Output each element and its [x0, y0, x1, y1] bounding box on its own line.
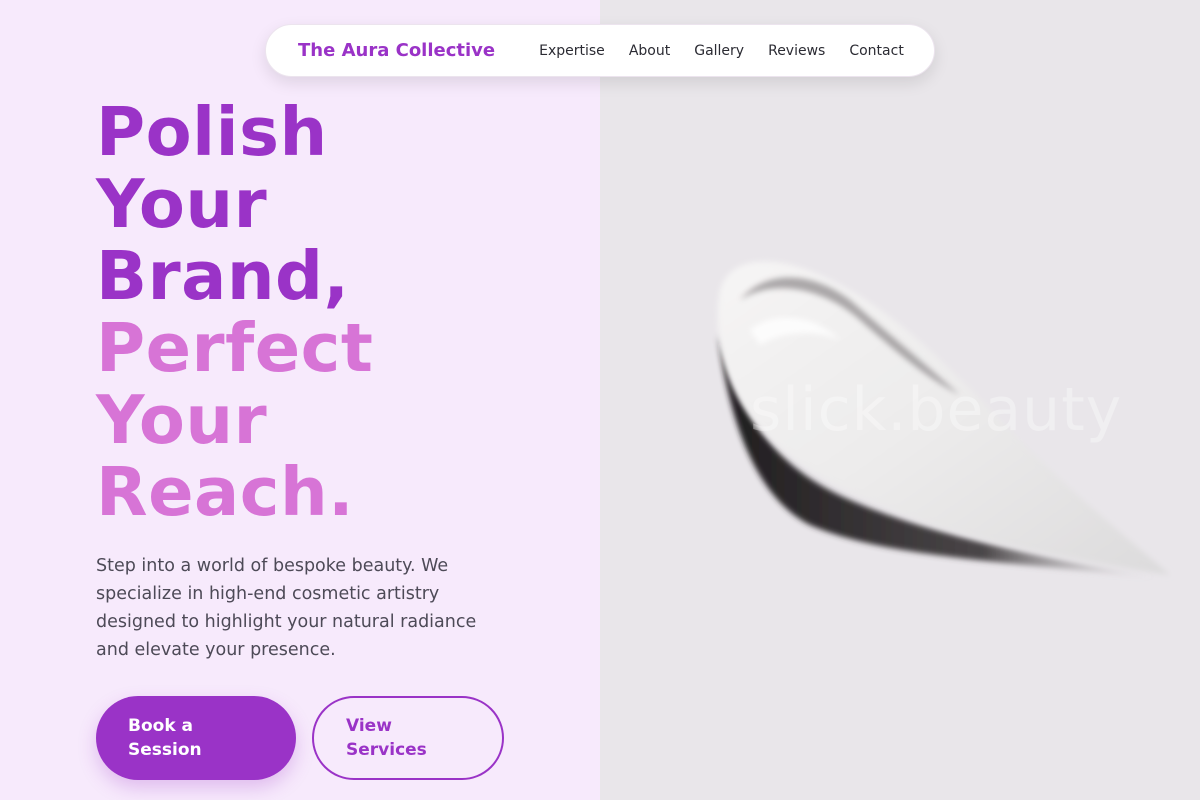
nav-link-reviews[interactable]: Reviews	[768, 43, 825, 59]
book-session-button[interactable]: Book a Session	[96, 696, 296, 780]
hero-headline: Polish Your Brand, Perfect Your Reach.	[96, 96, 373, 528]
headline-line: Your	[96, 165, 268, 243]
nav-link-gallery[interactable]: Gallery	[694, 43, 744, 59]
headline-line: Brand,	[96, 237, 350, 315]
nav-link-about[interactable]: About	[629, 43, 670, 59]
view-services-label: View Services	[346, 716, 427, 760]
brand-logo[interactable]: The Aura Collective	[298, 40, 495, 61]
nav-link-expertise[interactable]: Expertise	[539, 43, 605, 59]
top-navigation: The Aura Collective Expertise About Gall…	[265, 24, 935, 77]
nav-links: Expertise About Gallery Reviews Contact	[539, 43, 904, 59]
book-session-label: Book a Session	[128, 716, 202, 760]
view-services-button[interactable]: View Services	[312, 696, 504, 780]
hero-description: Step into a world of bespoke beauty. We …	[96, 556, 477, 660]
headline-line: Polish	[96, 93, 328, 171]
image-watermark: slick.beauty	[750, 375, 1123, 445]
hero-image: slick.beauty	[600, 0, 1200, 800]
headline-line-accent: Perfect	[96, 309, 374, 387]
headline-line-accent: Your	[96, 381, 268, 459]
headline-line-accent: Reach.	[96, 453, 355, 531]
nav-link-contact[interactable]: Contact	[849, 43, 903, 59]
